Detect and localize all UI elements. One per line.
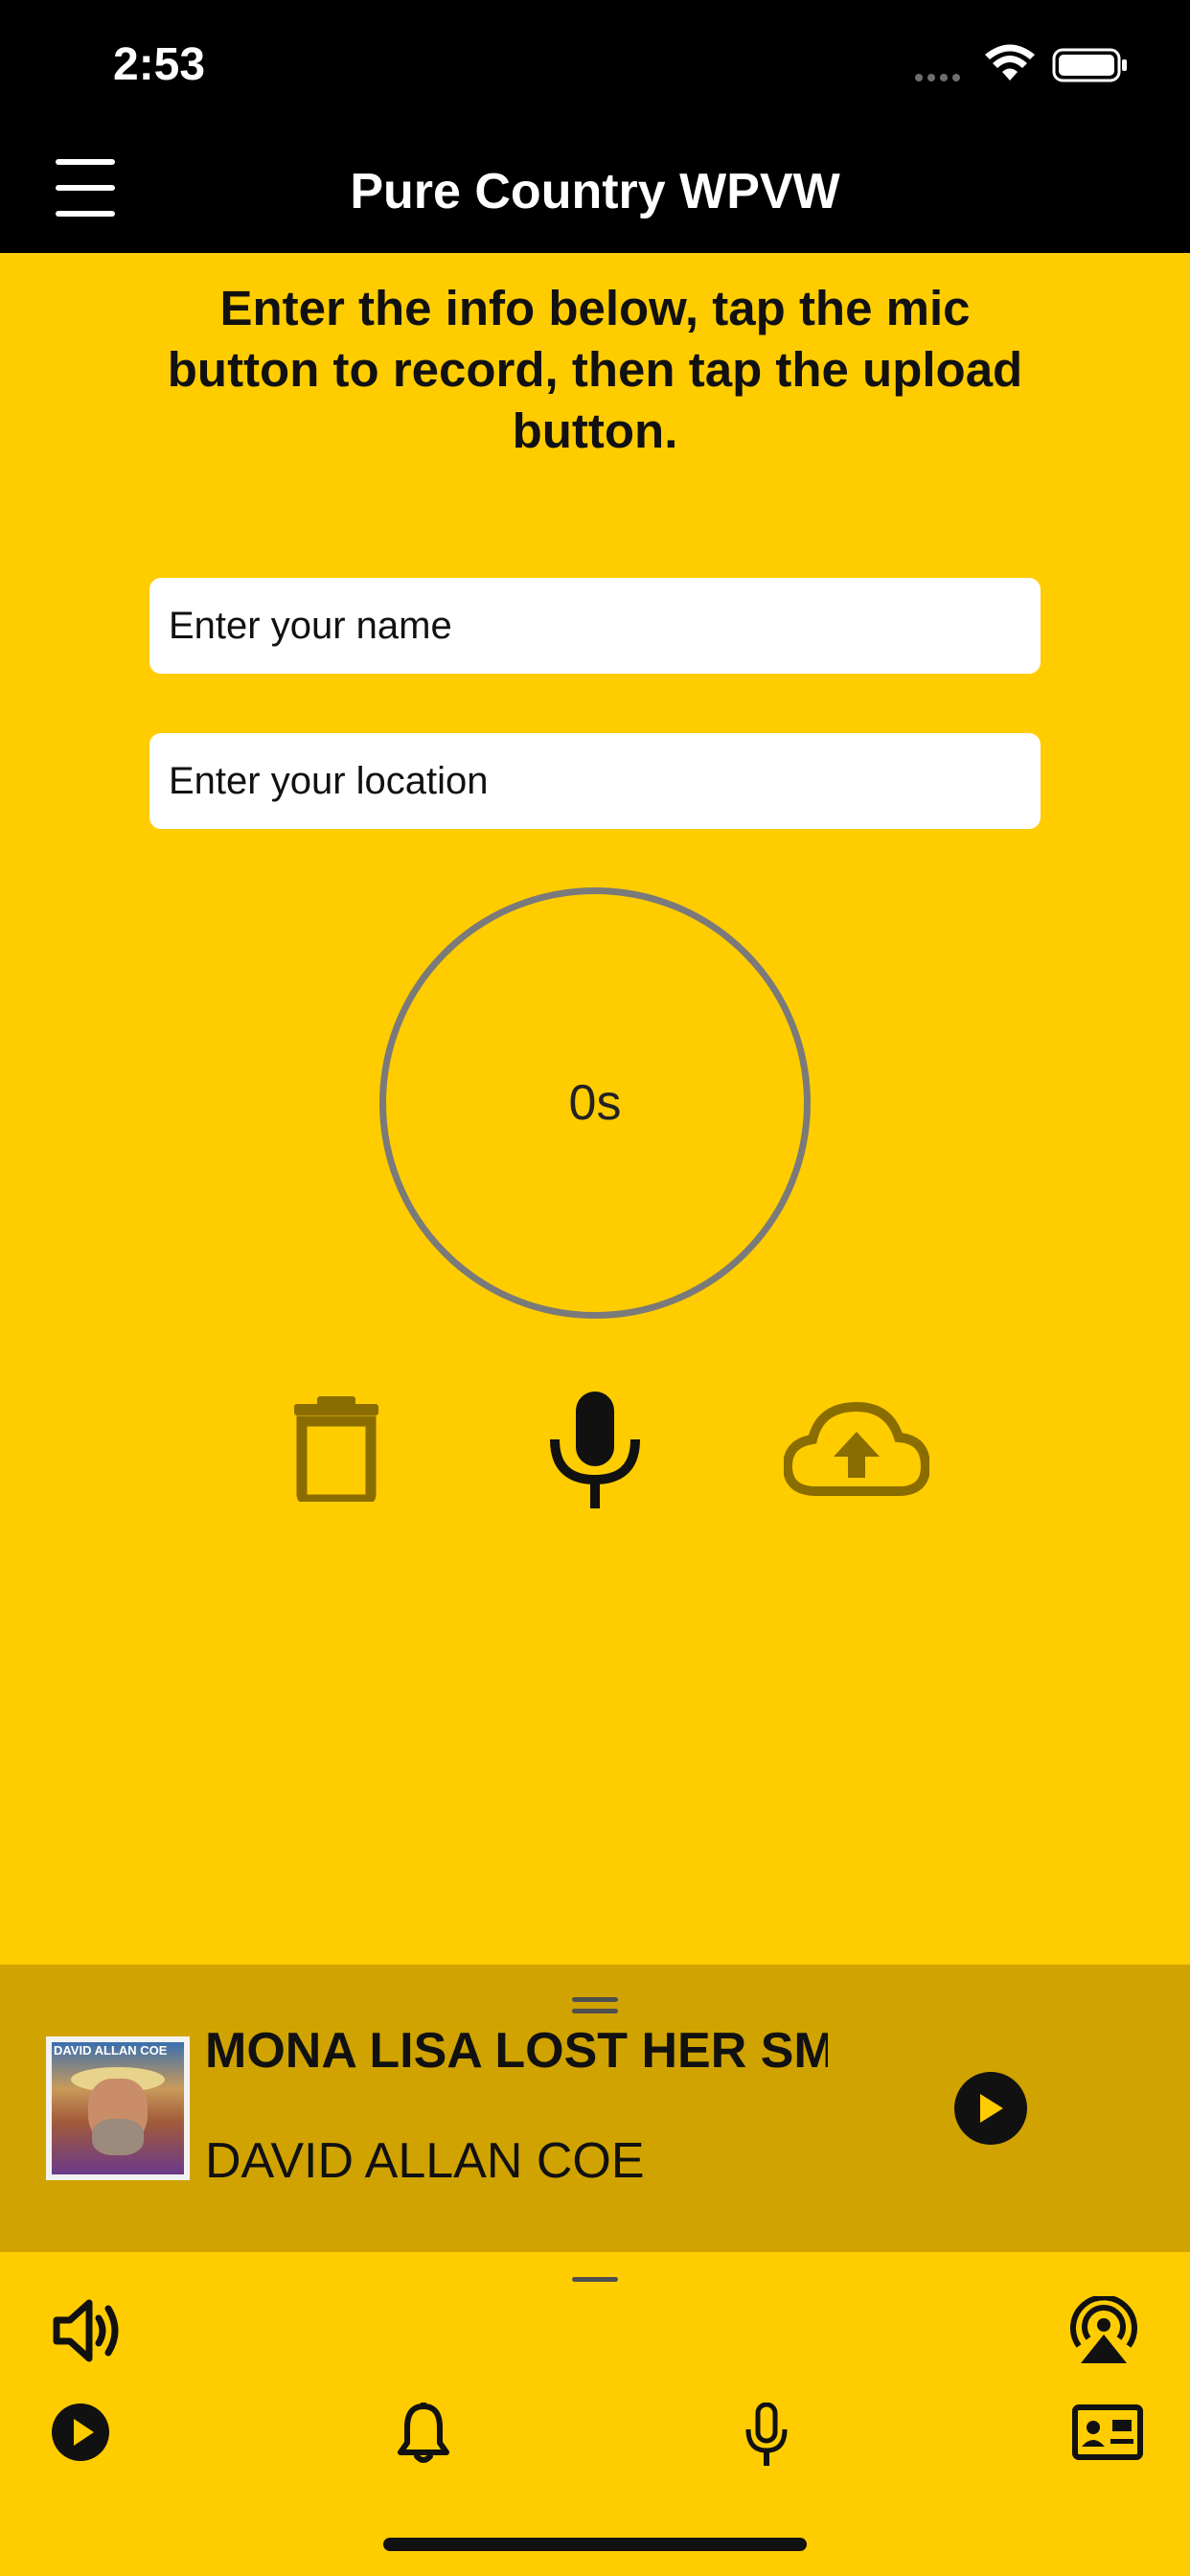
recording-timer: 0s [379,887,811,1319]
album-art: DAVID ALLAN COE [46,2036,190,2180]
location-input[interactable] [149,733,1041,829]
drag-handle[interactable] [572,2009,618,2013]
speaker-volume-icon[interactable] [50,2294,126,2367]
play-circle-icon[interactable] [50,2402,111,2463]
play-icon [980,2094,1003,2123]
drag-handle[interactable] [572,2277,618,2282]
name-input[interactable] [149,578,1041,674]
instructions-text: Enter the info below, tap the mic button… [167,281,1023,458]
status-time: 2:53 [113,39,206,90]
page-title: Pure Country WPVW [350,164,840,219]
microphone-icon [550,1392,640,1508]
airplay-broadcast-icon[interactable] [1064,2294,1144,2367]
now-playing-play-button[interactable] [954,2072,1027,2145]
battery-icon [1052,48,1127,82]
cloud-upload-icon [784,1401,929,1496]
record-button[interactable] [535,1388,655,1512]
trash-icon [294,1395,378,1502]
song-title: MONA LISA LOST HER SMILE [205,2023,828,2079]
album-art-label: DAVID ALLAN COE [54,2043,168,2058]
contact-card-icon[interactable] [1071,2404,1144,2461]
timer-value: 0s [568,1075,622,1131]
home-indicator[interactable] [383,2538,807,2551]
wifi-icon [985,44,1035,80]
cellular-signal-icon [915,69,965,86]
bell-icon[interactable] [395,2400,452,2467]
upload-button[interactable] [772,1392,941,1506]
song-artist: DAVID ALLAN COE [205,2133,645,2189]
microphone-icon[interactable] [740,2400,793,2469]
delete-recording-button[interactable] [284,1388,389,1507]
drag-handle[interactable] [572,1997,618,2002]
